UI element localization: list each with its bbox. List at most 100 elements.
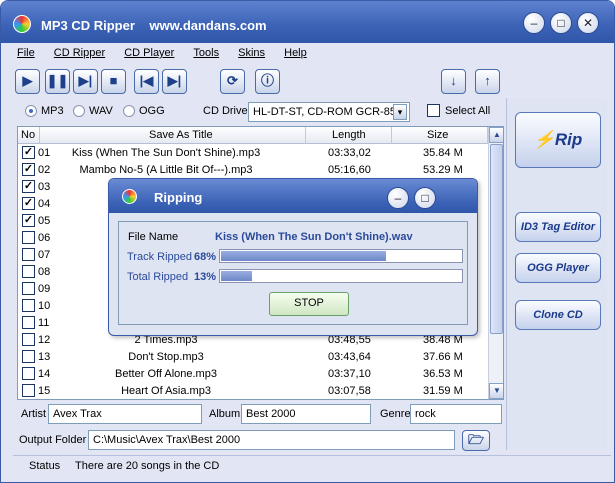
track-row[interactable]: 14 Better Off Alone.mp3 03:37,10 36.53 M [18, 365, 488, 382]
menu-tools[interactable]: Tools [193, 47, 219, 59]
track-title[interactable]: Kiss (When The Sun Don't Shine).mp3 [72, 147, 260, 159]
track-number: 08 [38, 266, 51, 278]
column-no[interactable]: No [21, 129, 35, 141]
folder-icon: 🗁 [467, 432, 485, 447]
track-list-scrollbar[interactable]: ▲ ▼ [488, 127, 503, 399]
scroll-thumb[interactable] [490, 144, 503, 334]
menu-cd-player[interactable]: CD Player [124, 47, 174, 59]
clone-cd-button[interactable]: Clone CD [515, 300, 601, 330]
stop-button[interactable]: STOP [269, 292, 349, 316]
download-button[interactable]: ↓ [441, 69, 466, 94]
track-size: 37.66 M [423, 351, 463, 363]
next-track-button[interactable]: ▶| [162, 69, 187, 94]
track-number: 15 [38, 385, 51, 397]
total-progress-bar [219, 269, 463, 283]
ogg-player-button[interactable]: OGG Player [515, 253, 601, 283]
format-wav-radio[interactable] [73, 105, 85, 117]
track-checkbox[interactable] [22, 282, 35, 295]
cd-app-icon [13, 15, 31, 33]
track-row[interactable]: ✓ 02 Mambo No-5 (A Little Bit Of---).mp3 05… [18, 161, 488, 178]
upload-icon: ↑ [484, 73, 491, 88]
format-ogg-label: OGG [139, 105, 165, 117]
track-number: 11 [38, 317, 50, 329]
id3-tag-editor-button[interactable]: ID3 Tag Editor [515, 212, 601, 242]
status-bar: Status There are 20 songs in the CD [13, 455, 611, 475]
scroll-up-icon[interactable]: ▲ [489, 127, 503, 143]
track-checkbox[interactable] [22, 248, 35, 261]
chevron-down-icon[interactable]: ▾ [393, 104, 407, 120]
format-mp3-radio[interactable] [25, 105, 37, 117]
select-all-label: Select All [445, 105, 491, 117]
track-number: 05 [38, 215, 51, 227]
track-title[interactable]: Mambo No-5 (A Little Bit Of---).mp3 [80, 164, 253, 176]
play-button[interactable]: ▶ [15, 69, 40, 94]
output-folder-label: Output Folder [19, 434, 87, 446]
track-checkbox[interactable] [22, 299, 35, 312]
menu-cd-ripper[interactable]: CD Ripper [54, 47, 105, 59]
output-folder-field[interactable]: C:\Music\Avex Trax\Best 2000 [88, 430, 455, 450]
track-checkbox[interactable]: ✓ [22, 214, 35, 227]
stop-button[interactable]: ■ [101, 69, 126, 94]
upload-button[interactable]: ↑ [475, 69, 500, 94]
title-bar[interactable]: MP3 CD Ripper www.dandans.com – □ ✕ [1, 1, 614, 43]
dialog-maximize-button[interactable]: □ [414, 187, 436, 209]
refresh-icon: ⟳ [227, 73, 238, 88]
track-checkbox[interactable] [22, 367, 35, 380]
dialog-minimize-button[interactable]: – [387, 187, 409, 209]
track-ripped-percent: 68% [194, 251, 217, 263]
ripping-title-bar[interactable]: Ripping – □ [109, 179, 477, 213]
track-checkbox[interactable] [22, 316, 35, 329]
track-row[interactable]: 13 Don't Stop.mp3 03:43,64 37.66 M [18, 348, 488, 365]
toolbar: ▶ ❚❚ ▶| ■ |◀ ▶| ⟳ ⓘ ↓ ↑ [15, 67, 505, 97]
menu-file[interactable]: File [17, 47, 35, 59]
cd-drive-select[interactable]: HL-DT-ST, CD-ROM GCR-852 [248, 102, 410, 122]
pause-button[interactable]: ❚❚ [45, 69, 70, 94]
track-checkbox[interactable] [22, 384, 35, 397]
track-title[interactable]: Better Off Alone.mp3 [115, 368, 217, 380]
refresh-button[interactable]: ⟳ [220, 69, 245, 94]
track-checkbox[interactable]: ✓ [22, 146, 35, 159]
track-length: 05:16,60 [328, 164, 371, 176]
track-checkbox[interactable]: ✓ [22, 180, 35, 193]
artist-field[interactable]: Avex Trax [48, 404, 202, 424]
track-checkbox[interactable]: ✓ [22, 197, 35, 210]
track-number: 02 [38, 164, 51, 176]
format-wav-label: WAV [89, 105, 113, 117]
scroll-down-icon[interactable]: ▼ [489, 383, 503, 399]
next-icon: ▶| [167, 73, 182, 88]
menu-help[interactable]: Help [284, 47, 307, 59]
close-button[interactable]: ✕ [577, 12, 599, 34]
track-number: 01 [38, 147, 51, 159]
info-icon: ⓘ [260, 73, 274, 88]
column-length[interactable]: Length [332, 129, 366, 141]
rip-button[interactable]: ⚡Rip [515, 112, 601, 168]
album-field[interactable]: Best 2000 [241, 404, 371, 424]
track-list-header: No Save As Title Length Size [18, 127, 488, 144]
format-ogg-radio[interactable] [123, 105, 135, 117]
select-all-checkbox[interactable] [427, 104, 440, 117]
track-size: 35.84 M [423, 147, 463, 159]
track-checkbox[interactable] [22, 231, 35, 244]
total-ripped-label: Total Ripped [127, 271, 189, 283]
genre-field[interactable]: rock [410, 404, 502, 424]
browse-folder-button[interactable]: 🗁 [462, 430, 490, 451]
step-play-button[interactable]: ▶| [73, 69, 98, 94]
track-row[interactable]: ✓ 01 Kiss (When The Sun Don't Shine).mp3 03… [18, 144, 488, 161]
track-checkbox[interactable]: ✓ [22, 163, 35, 176]
track-title[interactable]: Don't Stop.mp3 [128, 351, 203, 363]
minimize-button[interactable]: – [523, 12, 545, 34]
track-title[interactable]: Heart Of Asia.mp3 [121, 385, 211, 397]
track-checkbox[interactable] [22, 333, 35, 346]
info-button[interactable]: ⓘ [255, 69, 280, 94]
track-size: 36.53 M [423, 368, 463, 380]
track-number: 12 [38, 334, 51, 346]
track-length: 03:37,10 [328, 368, 371, 380]
track-checkbox[interactable] [22, 265, 35, 278]
column-size[interactable]: Size [427, 129, 448, 141]
track-checkbox[interactable] [22, 350, 35, 363]
previous-track-button[interactable]: |◀ [134, 69, 159, 94]
maximize-button[interactable]: □ [550, 12, 572, 34]
track-row[interactable]: 15 Heart Of Asia.mp3 03:07,58 31.59 M [18, 382, 488, 399]
menu-skins[interactable]: Skins [238, 47, 265, 59]
column-title[interactable]: Save As Title [149, 129, 213, 141]
